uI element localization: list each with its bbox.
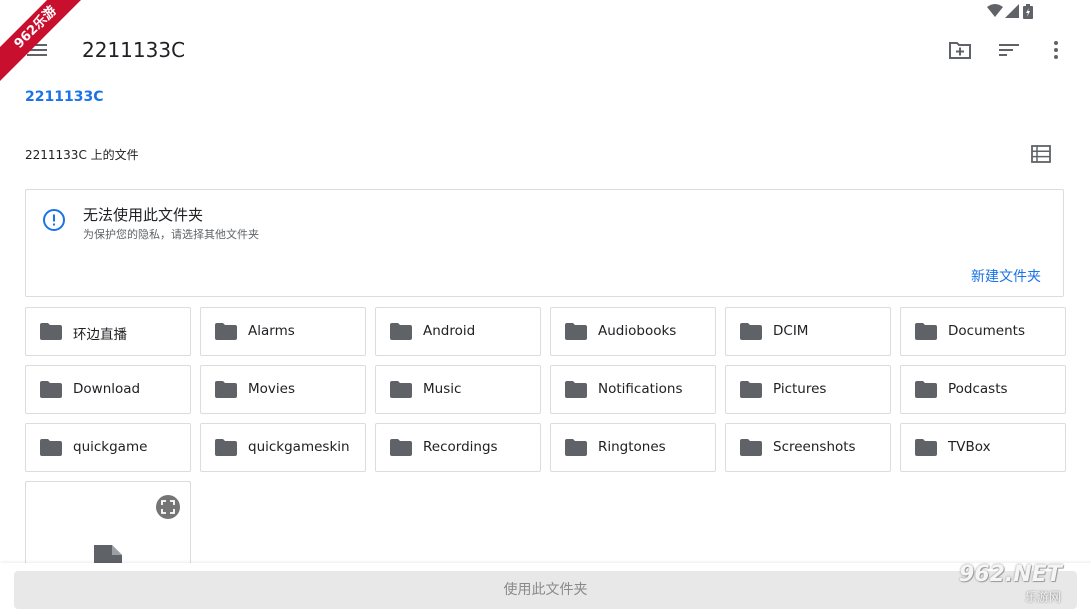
- folder-icon: [215, 439, 237, 456]
- folder-item[interactable]: Recordings: [375, 423, 541, 472]
- create-new-folder-icon[interactable]: [946, 36, 974, 64]
- folder-label: Audiobooks: [598, 323, 677, 339]
- folder-item[interactable]: quickgame: [25, 423, 191, 472]
- folder-label: TVBox: [948, 439, 991, 455]
- folder-label: Screenshots: [773, 439, 856, 455]
- use-this-folder-button[interactable]: 使用此文件夹: [14, 571, 1077, 609]
- folder-item[interactable]: Movies: [200, 365, 366, 414]
- folder-label: Notifications: [598, 381, 683, 397]
- folder-item[interactable]: quickgameskin: [200, 423, 366, 472]
- folder-icon: [40, 323, 62, 340]
- folder-item[interactable]: Download: [25, 365, 191, 414]
- folder-icon: [390, 439, 412, 456]
- folder-icon: [40, 381, 62, 398]
- folder-label: quickgameskin: [248, 439, 350, 455]
- list-view-icon[interactable]: [1030, 143, 1052, 165]
- page-title: 2211133C: [82, 38, 186, 62]
- notice-card: 无法使用此文件夹 为保护您的隐私，请选择其他文件夹 新建文件夹: [25, 189, 1064, 297]
- folder-icon: [390, 323, 412, 340]
- folder-label: Alarms: [248, 323, 295, 339]
- notice-title: 无法使用此文件夹: [83, 206, 204, 224]
- folder-label: Movies: [248, 381, 295, 397]
- folder-label: 环边直播: [73, 327, 127, 343]
- sort-icon[interactable]: [995, 36, 1023, 64]
- battery-icon: [1023, 4, 1033, 19]
- app-bar: 2211133C: [0, 24, 1091, 76]
- folder-label: Recordings: [423, 439, 498, 455]
- folder-label: DCIM: [773, 323, 809, 339]
- folder-icon: [565, 323, 587, 340]
- folder-icon: [915, 323, 937, 340]
- folder-item[interactable]: Android: [375, 307, 541, 356]
- folder-item[interactable]: Podcasts: [900, 365, 1066, 414]
- folder-item[interactable]: DCIM: [725, 307, 891, 356]
- folder-item[interactable]: Ringtones: [550, 423, 716, 472]
- notice-subtitle: 为保护您的隐私，请选择其他文件夹: [83, 228, 259, 241]
- folder-item[interactable]: Pictures: [725, 365, 891, 414]
- folder-icon: [565, 439, 587, 456]
- expand-icon[interactable]: [155, 494, 181, 520]
- folder-item[interactable]: 环边直播: [25, 307, 191, 356]
- folder-item[interactable]: Music: [375, 365, 541, 414]
- new-folder-button[interactable]: 新建文件夹: [971, 266, 1041, 286]
- wifi-icon: [987, 4, 1003, 17]
- site-logo-watermark: 962.NET 乐游网: [953, 562, 1085, 608]
- folder-label: Music: [423, 381, 462, 397]
- corner-watermark-text: 962乐游: [0, 0, 84, 84]
- folder-icon: [915, 381, 937, 398]
- signal-icon: [1005, 4, 1019, 18]
- logo-main-text: 962.NET: [959, 562, 1062, 587]
- folder-icon: [215, 323, 237, 340]
- folder-label: Download: [73, 381, 141, 397]
- folder-item[interactable]: Audiobooks: [550, 307, 716, 356]
- more-vert-icon[interactable]: [1042, 36, 1070, 64]
- folder-item[interactable]: Documents: [900, 307, 1066, 356]
- folder-item[interactable]: TVBox: [900, 423, 1066, 472]
- folder-icon: [740, 439, 762, 456]
- logo-sub-text: 乐游网: [1025, 590, 1062, 604]
- folder-item[interactable]: Alarms: [200, 307, 366, 356]
- folder-item[interactable]: Screenshots: [725, 423, 891, 472]
- section-label: 2211133C 上的文件: [25, 148, 139, 162]
- folder-icon: [565, 381, 587, 398]
- folder-label: quickgame: [73, 439, 148, 455]
- folder-label: Ringtones: [598, 439, 666, 455]
- info-icon: [43, 209, 65, 231]
- folder-item[interactable]: Notifications: [550, 365, 716, 414]
- folder-icon: [740, 323, 762, 340]
- folder-icon: [740, 381, 762, 398]
- folder-label: Android: [423, 323, 476, 339]
- corner-watermark: 962乐游: [0, 0, 84, 84]
- folder-icon: [390, 381, 412, 398]
- status-bar: [971, 0, 1091, 24]
- folder-label: Podcasts: [948, 381, 1008, 397]
- folder-label: Pictures: [773, 381, 827, 397]
- folder-label: Documents: [948, 323, 1025, 339]
- bottom-bar: 使用此文件夹: [0, 563, 1091, 614]
- breadcrumb-root[interactable]: 2211133C: [25, 89, 103, 105]
- folder-icon: [215, 381, 237, 398]
- folder-icon: [40, 439, 62, 456]
- folder-icon: [915, 439, 937, 456]
